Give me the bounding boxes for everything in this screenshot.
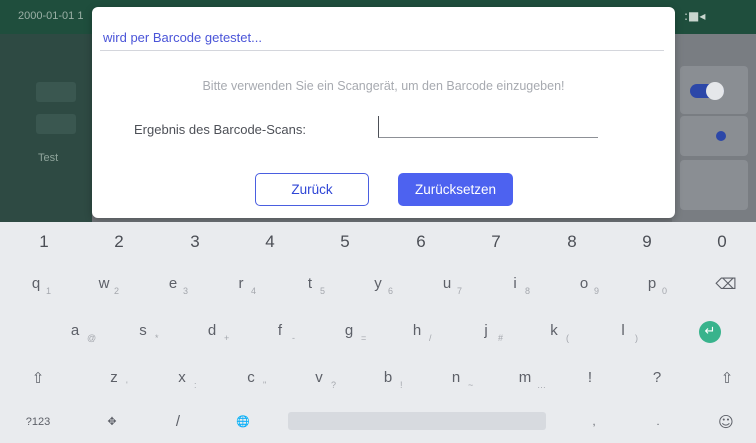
dialog-title: wird per Barcode getestet... [103,30,262,45]
key-g[interactable]: g = [319,311,379,351]
key-x[interactable]: x: [152,358,212,398]
key-z[interactable]: z ' [84,358,144,398]
keyboard-row-qwerty: q1 w2 e3 r4 t5 y6 u7 i8 o9 p0 ⌫ [0,264,756,304]
side-label-test: Test [38,152,59,164]
key-r[interactable]: r4 [211,264,271,304]
key-v[interactable]: v? [289,358,349,398]
settings-card [680,116,748,156]
on-screen-keyboard: 1 2 3 4 5 6 7 8 9 0 q1 w2 e3 r4 t5 y6 u7… [0,222,756,443]
language-key[interactable]: 🌐 [213,402,273,442]
key-p[interactable]: p0 [622,264,682,304]
key-f[interactable]: f- [250,311,310,351]
symbols-key[interactable]: ?123 [8,402,68,442]
shift-key-left[interactable]: ⇧ [8,358,68,398]
key-t[interactable]: t5 [280,264,340,304]
key-6[interactable]: 6 [391,222,451,262]
key-3[interactable]: 3 [165,222,225,262]
key-question[interactable]: ? [627,358,687,398]
key-y[interactable]: y6 [348,264,408,304]
key-u[interactable]: u7 [417,264,477,304]
keyboard-row-asdf: a @ s * d + f- g = h / j # k( l) ↵ [0,311,756,351]
key-b[interactable]: b! [358,358,418,398]
key-2[interactable]: 2 [89,222,149,262]
key-m[interactable]: m… [495,358,555,398]
key-comma[interactable]: , [564,402,624,442]
toggle-switch[interactable] [690,82,724,100]
enter-key[interactable]: ↵ [678,311,738,351]
reset-button[interactable]: Zurücksetzen [398,173,513,206]
radio-button[interactable] [716,131,726,141]
key-8[interactable]: 8 [542,222,602,262]
key-n[interactable]: n ~ [426,358,486,398]
key-4[interactable]: 4 [240,222,300,262]
result-label: Ergebnis des Barcode-Scans: [134,122,306,137]
key-h[interactable]: h / [387,311,447,351]
key-s[interactable]: s * [113,311,173,351]
backspace-key[interactable]: ⌫ [696,264,756,304]
shift-icon: ⇧ [720,369,734,387]
enter-icon: ↵ [699,321,721,343]
key-a[interactable]: a @ [45,311,105,351]
side-block [36,82,76,102]
key-l[interactable]: l) [593,311,653,351]
key-0[interactable]: 0 [692,222,752,262]
key-exclamation[interactable]: ! [560,358,620,398]
key-k[interactable]: k( [524,311,584,351]
key-j[interactable]: j # [456,311,516,351]
backspace-icon: ⌫ [715,275,737,293]
side-panel: Test [0,34,92,222]
barcode-dialog: wird per Barcode getestet... Bitte verwe… [92,7,675,218]
shift-key-right[interactable]: ⇧ [697,358,756,398]
barcode-result-input[interactable] [378,116,598,138]
key-o[interactable]: o9 [554,264,614,304]
dialog-divider [100,50,664,51]
status-time: 2000-01-01 1 [18,10,84,22]
keyboard-row-bottom: ?123 ✥ / 🌐 , . ☺ [0,402,756,442]
key-c[interactable]: c " [221,358,281,398]
key-5[interactable]: 5 [315,222,375,262]
key-w[interactable]: w2 [74,264,134,304]
settings-card [680,160,748,210]
key-d[interactable]: d + [182,311,242,351]
keyboard-number-row: 1 2 3 4 5 6 7 8 9 0 [0,222,756,262]
globe-icon: 🌐 [236,415,250,428]
dialog-message: Bitte verwenden Sie ein Scangerät, um de… [202,79,565,93]
space-bar[interactable] [288,412,546,430]
move-keyboard-key[interactable]: ✥ [82,402,142,442]
emoji-key[interactable]: ☺ [696,402,756,442]
battery-icon: :■◂ [684,9,706,23]
right-panel [672,34,756,222]
back-button[interactable]: Zurück [255,173,369,206]
side-block [36,114,76,134]
key-slash[interactable]: / [148,402,208,442]
key-7[interactable]: 7 [466,222,526,262]
key-period[interactable]: . [628,402,688,442]
key-q[interactable]: q1 [6,264,66,304]
key-i[interactable]: i8 [485,264,545,304]
key-1[interactable]: 1 [14,222,74,262]
key-9[interactable]: 9 [617,222,677,262]
move-icon: ✥ [107,415,117,428]
keyboard-row-zxcv: ⇧ z ' x: c " v? b! n ~ m… ! ? ⇧ [0,358,756,398]
emoji-icon: ☺ [718,413,734,431]
key-e[interactable]: e3 [143,264,203,304]
shift-icon: ⇧ [31,369,45,387]
